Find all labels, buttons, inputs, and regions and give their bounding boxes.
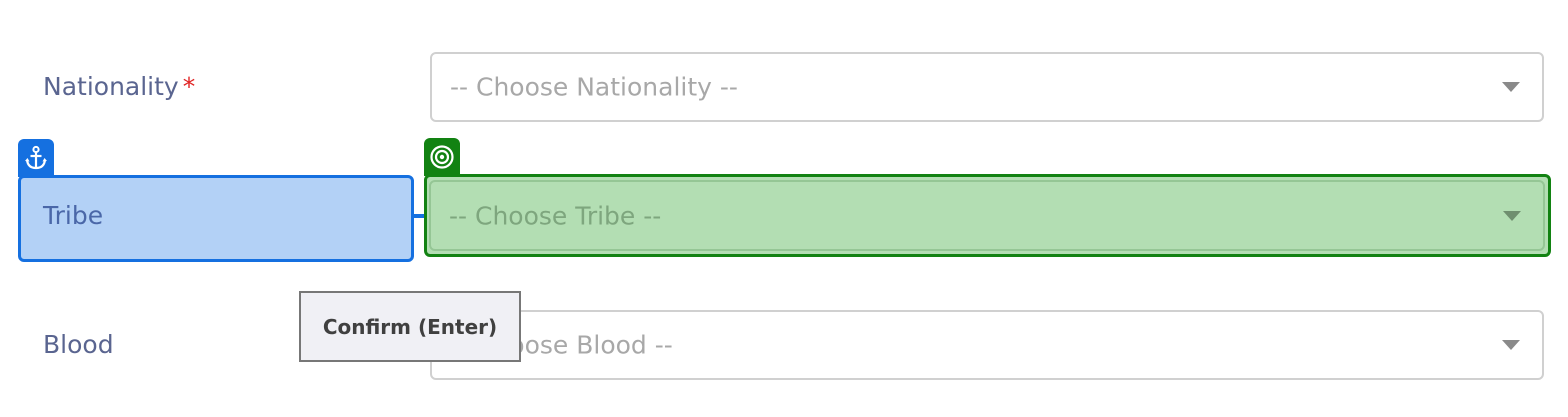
nationality-label: Nationality *: [43, 72, 195, 101]
tribe-select[interactable]: -- Choose Tribe --: [429, 180, 1545, 251]
target-icon: [424, 138, 460, 176]
blood-label: Blood: [43, 330, 114, 359]
nationality-placeholder: -- Choose Nationality --: [450, 72, 738, 102]
anchor-icon: [18, 139, 54, 177]
confirm-tooltip[interactable]: Confirm (Enter): [299, 291, 521, 362]
nationality-select[interactable]: -- Choose Nationality --: [430, 52, 1544, 122]
nationality-label-text: Nationality: [43, 72, 179, 101]
required-marker: *: [182, 72, 196, 101]
tribe-placeholder: -- Choose Tribe --: [449, 201, 662, 230]
chevron-down-icon: [1502, 82, 1520, 92]
form-root: Nationality * -- Choose Nationality -- Tr…: [0, 0, 1568, 417]
blood-select[interactable]: -- Choose Blood --: [430, 310, 1544, 380]
chevron-down-icon: [1502, 340, 1520, 350]
tribe-label: Tribe: [43, 201, 104, 230]
chevron-down-icon: [1503, 210, 1521, 221]
